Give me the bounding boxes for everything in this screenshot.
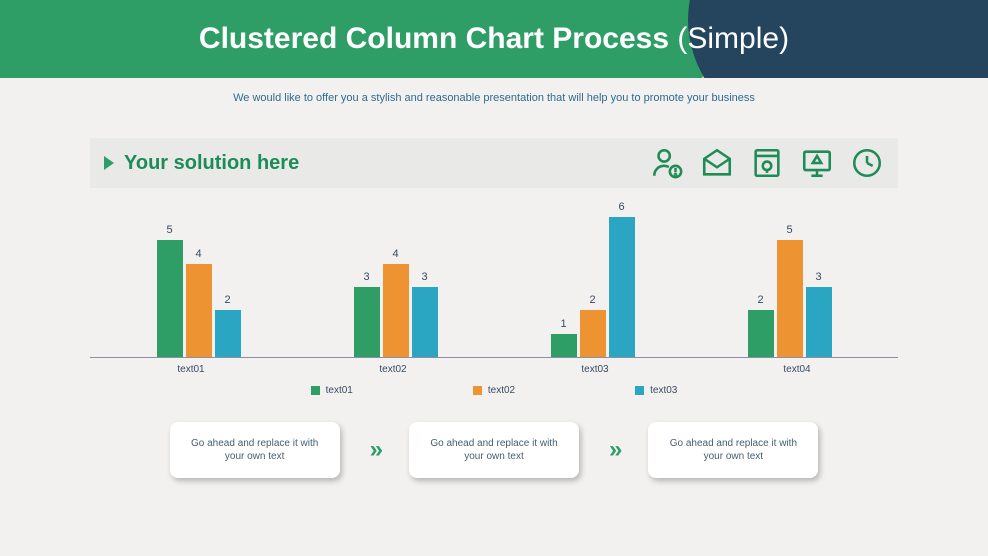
chart-bar: 3 xyxy=(412,287,438,357)
bar-value-label: 1 xyxy=(551,318,577,330)
chart-bar: 2 xyxy=(215,310,241,357)
subtitle-text: We would like to offer you a stylish and… xyxy=(0,92,988,104)
process-box: Go ahead and replace it with your own te… xyxy=(170,422,340,478)
legend-swatch xyxy=(311,386,320,395)
bar-value-label: 3 xyxy=(354,271,380,283)
chart-group: 542 xyxy=(100,240,297,357)
chart-bar: 4 xyxy=(186,264,212,357)
legend-label: text01 xyxy=(326,385,353,396)
process-box: Go ahead and replace it with your own te… xyxy=(648,422,818,478)
legend-label: text02 xyxy=(488,385,515,396)
legend-swatch xyxy=(473,386,482,395)
x-axis-label: text02 xyxy=(292,364,494,375)
chart-bar: 2 xyxy=(748,310,774,357)
process-row: Go ahead and replace it with your own te… xyxy=(0,422,988,478)
book-idea-icon xyxy=(750,146,784,180)
chart-group: 126 xyxy=(494,217,691,357)
process-box: Go ahead and replace it with your own te… xyxy=(409,422,579,478)
chart-bar: 2 xyxy=(580,310,606,357)
page-title: Clustered Column Chart Process (Simple) xyxy=(0,0,988,78)
chart-group: 253 xyxy=(691,240,888,357)
chart-bar: 6 xyxy=(609,217,635,357)
chart-bar: 4 xyxy=(383,264,409,357)
chart-bar: 1 xyxy=(551,334,577,357)
title-bold: Clustered Column Chart Process xyxy=(199,22,669,55)
presentation-board-icon xyxy=(800,146,834,180)
bar-value-label: 2 xyxy=(748,294,774,306)
bar-value-label: 3 xyxy=(806,271,832,283)
bar-value-label: 2 xyxy=(580,294,606,306)
chevron-right-icon: » xyxy=(370,436,379,464)
x-axis-label: text04 xyxy=(696,364,898,375)
icon-row xyxy=(650,146,884,180)
chart-bar: 5 xyxy=(777,240,803,357)
title-light: (Simple) xyxy=(669,22,789,55)
bar-value-label: 4 xyxy=(383,248,409,260)
envelope-open-icon xyxy=(700,146,734,180)
chevron-right-icon: » xyxy=(609,436,618,464)
triangle-bullet-icon xyxy=(104,156,114,170)
chart-x-labels: text01text02text03text04 xyxy=(90,364,898,375)
bar-value-label: 6 xyxy=(609,201,635,213)
solution-label: Your solution here xyxy=(124,152,650,175)
legend-item: text02 xyxy=(473,385,515,396)
x-axis-label: text03 xyxy=(494,364,696,375)
legend-item: text03 xyxy=(635,385,677,396)
bar-value-label: 4 xyxy=(186,248,212,260)
solution-bar: Your solution here xyxy=(90,138,898,188)
x-axis-label: text01 xyxy=(90,364,292,375)
bar-value-label: 5 xyxy=(777,224,803,236)
clustered-column-chart: 542343126253 xyxy=(90,208,898,358)
legend-label: text03 xyxy=(650,385,677,396)
bar-value-label: 3 xyxy=(412,271,438,283)
clock-icon xyxy=(850,146,884,180)
legend-item: text01 xyxy=(311,385,353,396)
chart-bar: 5 xyxy=(157,240,183,357)
chart-group: 343 xyxy=(297,264,494,357)
legend-swatch xyxy=(635,386,644,395)
chart-bar: 3 xyxy=(354,287,380,357)
user-alert-icon xyxy=(650,146,684,180)
bar-value-label: 2 xyxy=(215,294,241,306)
chart-container: 542343126253 text01text02text03text04 te… xyxy=(90,208,898,396)
bar-value-label: 5 xyxy=(157,224,183,236)
chart-bar: 3 xyxy=(806,287,832,357)
chart-legend: text01 text02 text03 xyxy=(90,385,898,396)
header-band: Clustered Column Chart Process (Simple) xyxy=(0,0,988,78)
